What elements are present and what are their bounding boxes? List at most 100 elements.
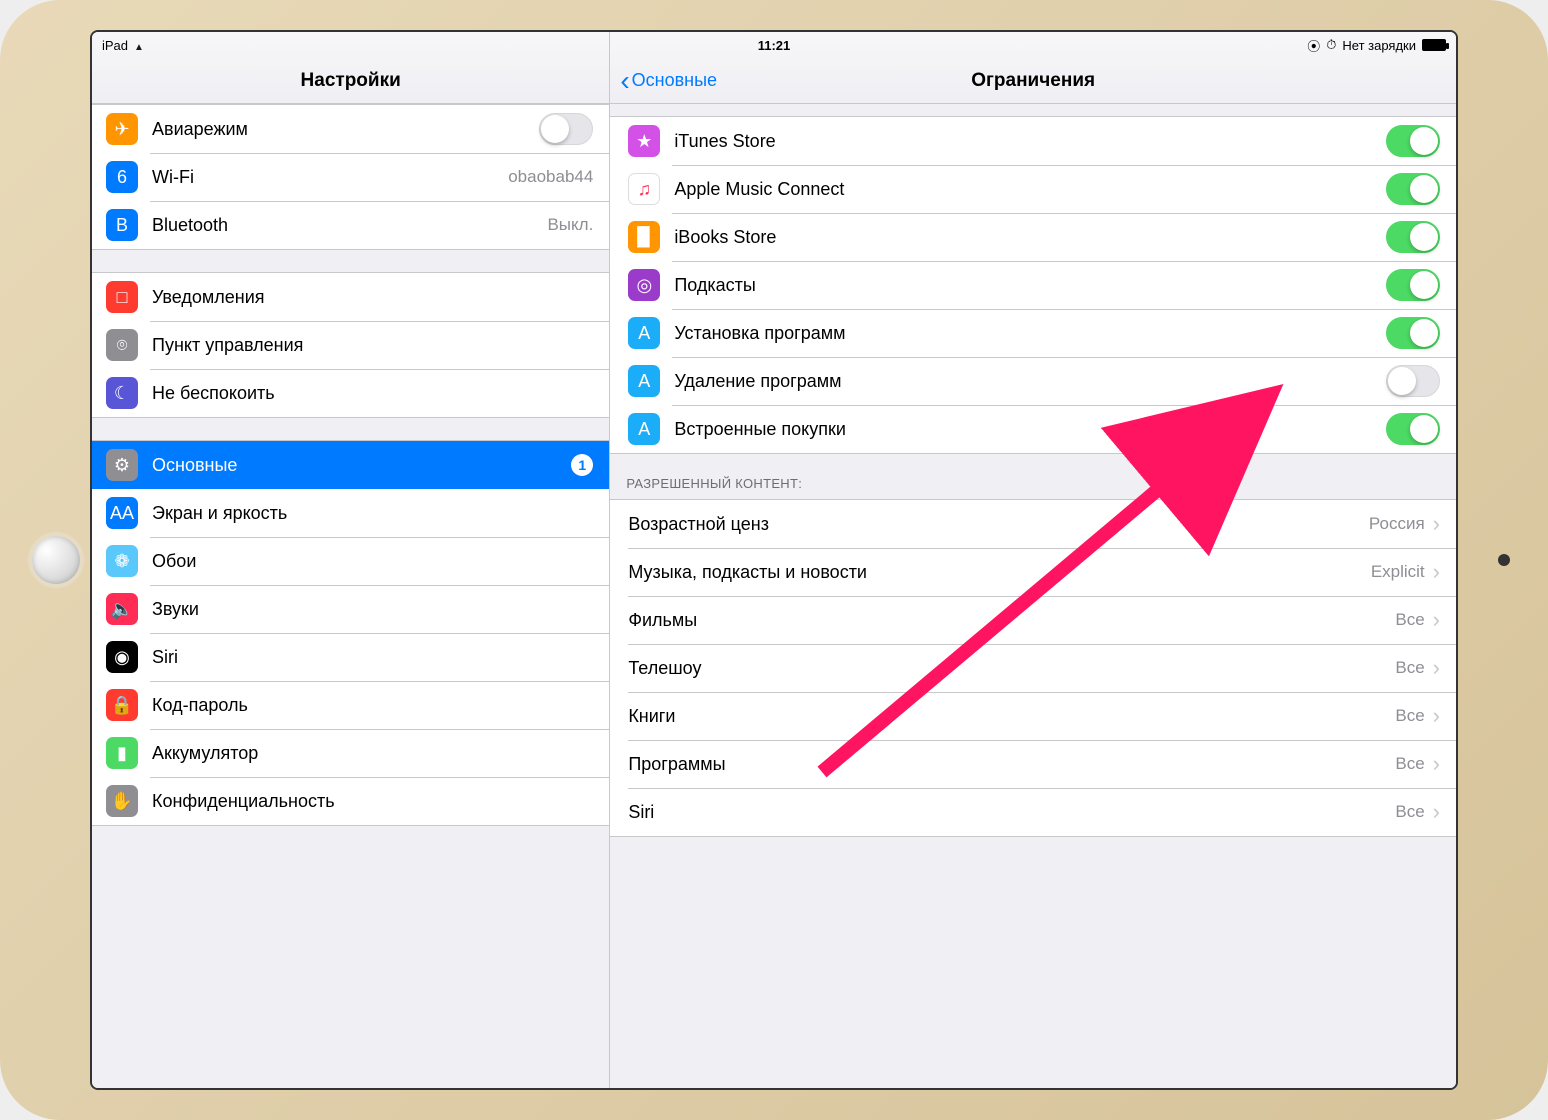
sidebar-item-dnd[interactable]: ☾ Не беспокоить: [92, 369, 609, 417]
sidebar-item-label: Не беспокоить: [152, 383, 593, 404]
sidebar-item-siri[interactable]: ◉ Siri: [92, 633, 609, 681]
row-value: obaobab44: [508, 167, 593, 187]
chevron-right-icon: ›: [1433, 799, 1440, 825]
wifi-icon: ὏6: [106, 161, 138, 193]
siri-icon: ◉: [106, 641, 138, 673]
sidebar-title: Настройки: [92, 70, 609, 92]
restriction-podcasts: ◎Подкасты: [610, 261, 1456, 309]
sidebar-item-label: Обои: [152, 551, 593, 572]
passcode-icon: 🔒: [106, 689, 138, 721]
bluetooth-icon: B: [106, 209, 138, 241]
restriction-applemusic: ♫ Apple Music Connect: [610, 165, 1456, 213]
restriction-label: Подкасты: [674, 275, 1386, 296]
toggle-itunes[interactable]: [1386, 125, 1440, 157]
content-row-value: Все: [1395, 658, 1424, 678]
content-row-label: Книги: [628, 706, 1387, 727]
content-row-label: Фильмы: [628, 610, 1387, 631]
toggle-delete[interactable]: [1386, 365, 1440, 397]
sidebar-item-passcode[interactable]: 🔒Код-пароль: [92, 681, 609, 729]
restriction-label: iBooks Store: [674, 227, 1386, 248]
content-row-tv[interactable]: ТелешоуВсе›: [610, 644, 1456, 692]
status-time: 11:21: [92, 38, 1456, 53]
chevron-right-icon: ›: [1433, 559, 1440, 585]
content-row-movies[interactable]: ФильмыВсе›: [610, 596, 1456, 644]
back-camera: [1498, 554, 1510, 566]
content-row-music[interactable]: Музыка, подкасты и новостиExplicit›: [610, 548, 1456, 596]
content-row-label: Возрастной ценз: [628, 514, 1361, 535]
restriction-label: Установка программ: [674, 323, 1386, 344]
airplane-icon: ✈: [106, 113, 138, 145]
sidebar-item-display[interactable]: AA Экран и яркость: [92, 489, 609, 537]
restriction-label: Удаление программ: [674, 371, 1386, 392]
notifications-icon: □: [106, 281, 138, 313]
toggle-iap[interactable]: [1386, 413, 1440, 445]
itunes-icon: ★: [628, 125, 660, 157]
restriction-label: Apple Music Connect: [674, 179, 1386, 200]
chevron-right-icon: ›: [1433, 703, 1440, 729]
restriction-ibooks: ▉iBooks Store: [610, 213, 1456, 261]
content-row-label: Программы: [628, 754, 1387, 775]
sidebar-item-label: Основные: [152, 455, 571, 476]
wifi-icon: [134, 38, 144, 53]
sidebar-item-label: Звуки: [152, 599, 593, 620]
restriction-label: iTunes Store: [674, 131, 1386, 152]
back-button[interactable]: ‹ Основные: [620, 67, 717, 95]
detail-pane: ‹ Основные Ограничения ★ iTunes Store ♫ App…: [610, 32, 1456, 1088]
sidebar-item-label: Bluetooth: [152, 215, 539, 236]
sidebar-item-wifi[interactable]: ὏6Wi-Fiobaobab44: [92, 153, 609, 201]
toggle-ibooks[interactable]: [1386, 221, 1440, 253]
content-row-label: Siri: [628, 802, 1387, 823]
content-row-books[interactable]: КнигиВсе›: [610, 692, 1456, 740]
sidebar-item-privacy[interactable]: ✋ Конфиденциальность: [92, 777, 609, 825]
delete-icon: A: [628, 365, 660, 397]
content-group-header: РАЗРЕШЕННЫЙ КОНТЕНТ:: [610, 454, 1456, 499]
chevron-left-icon: ‹: [620, 67, 629, 95]
content-row-apps[interactable]: Программы Все ›: [610, 740, 1456, 788]
sidebar-item-notifications[interactable]: □Уведомления: [92, 273, 609, 321]
content-row-value: Все: [1395, 802, 1424, 822]
privacy-icon: ✋: [106, 785, 138, 817]
content-row-value: Все: [1395, 754, 1424, 774]
restriction-itunes: ★ iTunes Store: [610, 117, 1456, 165]
applemusic-icon: ♫: [628, 173, 660, 205]
wallpaper-icon: ❁: [106, 545, 138, 577]
alarm-icon: ⏱: [1326, 37, 1336, 53]
sidebar-item-wallpaper[interactable]: ❁ Обои: [92, 537, 609, 585]
toggle-podcasts[interactable]: [1386, 269, 1440, 301]
restriction-label: Встроенные покупки: [674, 419, 1386, 440]
sidebar-item-label: Siri: [152, 647, 593, 668]
display-icon: AA: [106, 497, 138, 529]
sidebar-item-control-center[interactable]: ⌾Пункт управления: [92, 321, 609, 369]
toggle-install[interactable]: [1386, 317, 1440, 349]
sidebar-item-airplane[interactable]: ✈ Авиарежим: [92, 105, 609, 153]
restriction-iap: A Встроенные покупки: [610, 405, 1456, 453]
install-icon: A: [628, 317, 660, 349]
chevron-right-icon: ›: [1433, 607, 1440, 633]
chevron-right-icon: ›: [1433, 751, 1440, 777]
sidebar-item-label: Авиарежим: [152, 119, 539, 140]
badge: 1: [571, 454, 593, 476]
toggle-airplane[interactable]: [539, 113, 593, 145]
content-row-siri[interactable]: Siri Все ›: [610, 788, 1456, 836]
content-row-ratings[interactable]: Возрастной ценз Россия ›: [610, 500, 1456, 548]
detail-title: Ограничения: [610, 70, 1456, 92]
content-row-label: Музыка, подкасты и новости: [628, 562, 1363, 583]
dnd-icon: ☾: [106, 377, 138, 409]
sidebar-item-general[interactable]: ⚙ Основные1: [92, 441, 609, 489]
sidebar-item-sounds[interactable]: 🔈Звуки: [92, 585, 609, 633]
orientation-lock-icon: ⦿: [1307, 36, 1320, 55]
back-label: Основные: [632, 70, 717, 91]
chevron-right-icon: ›: [1433, 511, 1440, 537]
general-icon: ⚙: [106, 449, 138, 481]
content-row-value: Россия: [1369, 514, 1425, 534]
battery-icon: ▮: [106, 737, 138, 769]
iap-icon: A: [628, 413, 660, 445]
sidebar-item-label: Конфиденциальность: [152, 791, 593, 812]
sidebar-item-bluetooth[interactable]: BBluetoothВыкл.: [92, 201, 609, 249]
battery-icon: [1422, 39, 1446, 51]
toggle-applemusic[interactable]: [1386, 173, 1440, 205]
sidebar-item-label: Экран и яркость: [152, 503, 593, 524]
settings-sidebar: Настройки ✈ Авиарежим ὏6Wi-Fiobaobab44 B Blu…: [92, 32, 610, 1088]
sidebar-item-battery[interactable]: ▮Аккумулятор: [92, 729, 609, 777]
home-button[interactable]: [28, 532, 84, 588]
